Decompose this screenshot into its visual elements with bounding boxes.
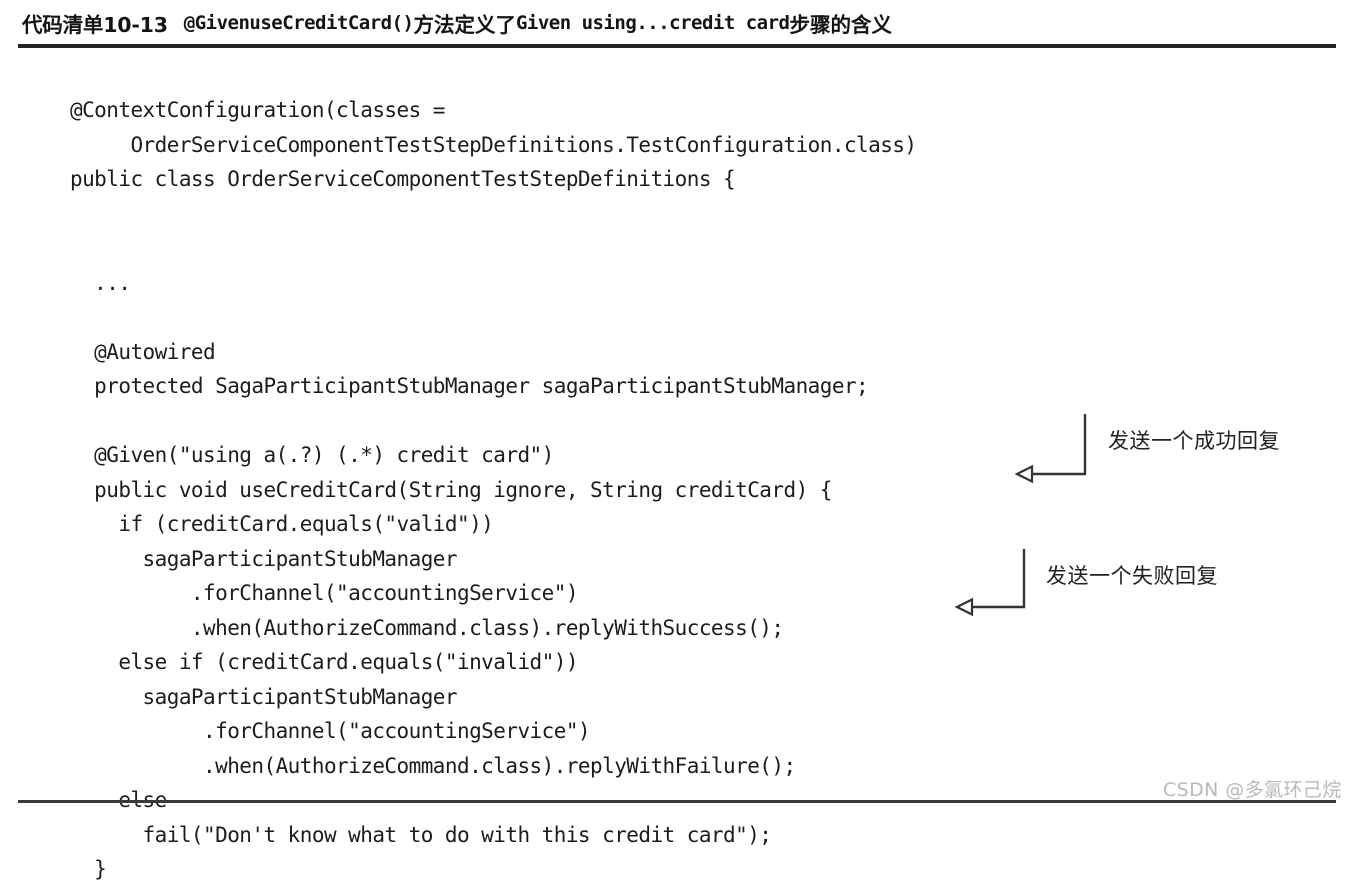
- csdn-watermark: CSDN @多氯环己烷: [1163, 779, 1342, 801]
- code-listing: @ContextConfiguration(classes = OrderSer…: [70, 93, 1070, 887]
- code-line: sagaParticipantStubManager: [70, 684, 458, 709]
- code-line: .forChannel("accountingService"): [70, 719, 591, 743]
- code-line: @Given("using a(.?) (.*) credit card"): [70, 443, 554, 467]
- code-line: OrderServiceComponentTestStepDefinitions…: [70, 132, 917, 157]
- callout-arrow-failure: [954, 549, 1026, 617]
- code-line: .forChannel("accountingService"): [70, 581, 579, 605]
- code-line: @Autowired: [70, 339, 216, 364]
- listing-caption: 代码清单10-13 @GivenuseCreditCard() 方法定义了 Gi…: [22, 6, 1334, 40]
- code-line: public void useCreditCard(String ignore,…: [70, 477, 832, 502]
- caption-middle-text: 方法定义了: [413, 13, 516, 37]
- footer-divider-rule: [18, 800, 1336, 803]
- code-line: fail("Don't know what to do with this cr…: [70, 822, 772, 847]
- listing-number-label: 代码清单10-13: [22, 13, 168, 37]
- code-line: @ContextConfiguration(classes =: [70, 98, 445, 122]
- code-line: sagaParticipantStubManager: [70, 546, 458, 571]
- code-line: ...: [70, 270, 131, 295]
- code-line: else if (creditCard.equals("invalid")): [70, 650, 578, 674]
- caption-divider-rule: [18, 44, 1336, 48]
- code-line: protected SagaParticipantStubManager sag…: [70, 374, 869, 398]
- caption-code-fragment-2: Given using...credit card: [515, 12, 790, 34]
- code-line: if (creditCard.equals("valid")): [70, 512, 494, 536]
- annotation-success-reply: 发送一个成功回复: [1108, 429, 1280, 453]
- annotation-failure-reply: 发送一个失败回复: [1046, 564, 1218, 588]
- caption-code-fragment: @GivenuseCreditCard(): [183, 12, 414, 34]
- caption-trailing-text: 步骤的含义: [789, 13, 892, 37]
- code-line: .when(AuthorizeCommand.class).replyWithF…: [70, 753, 796, 778]
- callout-arrow-success: [1014, 414, 1087, 484]
- code-line: public class OrderServiceComponentTestSt…: [70, 167, 736, 191]
- code-line: }: [70, 857, 107, 881]
- code-line: .when(AuthorizeCommand.class).replyWithS…: [70, 615, 784, 640]
